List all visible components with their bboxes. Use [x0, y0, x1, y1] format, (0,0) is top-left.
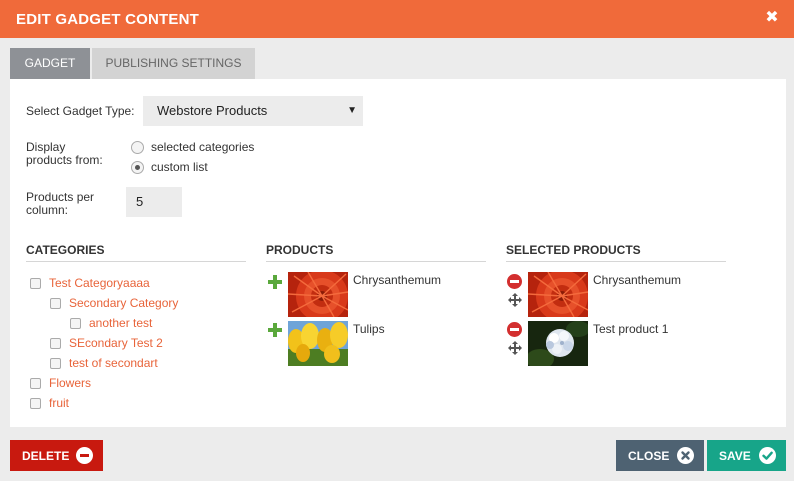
products-heading: PRODUCTS — [266, 243, 334, 257]
per-column-label: Products per column: — [26, 191, 94, 217]
category-item[interactable]: Test Categoryaaaa — [30, 276, 150, 290]
divider — [26, 261, 246, 262]
radio-button[interactable] — [131, 140, 144, 154]
category-item[interactable]: another test — [70, 316, 152, 330]
product-name: Chrysanthemum — [353, 273, 442, 287]
category-label[interactable]: another test — [89, 316, 152, 330]
chrysanthemum-thumbnail — [288, 272, 348, 317]
category-item[interactable]: fruit — [30, 396, 69, 410]
x-circle-icon — [677, 447, 694, 464]
gadget-type-select[interactable]: Webstore Products ▼ — [143, 96, 363, 126]
selected-product-name: Chrysanthemum — [593, 273, 682, 287]
per-column-label-line2: column: — [26, 203, 69, 217]
hydrangea-thumbnail — [528, 321, 588, 366]
category-checkbox[interactable] — [30, 277, 41, 289]
gadget-type-value: Webstore Products — [157, 103, 268, 118]
selected-product-name: Test product 1 — [593, 322, 669, 336]
category-label[interactable]: fruit — [49, 396, 69, 410]
dropdown-arrow-icon: ▼ — [347, 105, 357, 116]
display-from-label: Display products from: — [26, 141, 103, 167]
tulips-thumbnail — [288, 321, 348, 366]
category-label[interactable]: SEcondary Test 2 — [69, 336, 163, 350]
category-label[interactable]: test of secondart — [69, 356, 158, 370]
move-icon[interactable] — [508, 293, 522, 307]
radio-label: selected categories — [151, 140, 255, 154]
radio-button-checked[interactable] — [131, 160, 144, 174]
divider — [506, 261, 726, 262]
radio-label: custom list — [151, 160, 208, 174]
move-icon[interactable] — [508, 341, 522, 355]
radio-selected-categories[interactable]: selected categories — [131, 139, 254, 155]
category-item[interactable]: SEcondary Test 2 — [50, 336, 163, 350]
category-checkbox[interactable] — [70, 317, 81, 329]
divider — [266, 261, 486, 262]
category-label[interactable]: Test Categoryaaaa — [49, 276, 150, 290]
category-checkbox[interactable] — [50, 337, 61, 349]
delete-button[interactable]: DELETE — [10, 440, 103, 471]
category-item[interactable]: Flowers — [30, 376, 91, 390]
category-checkbox[interactable] — [30, 377, 41, 389]
minus-circle-icon — [76, 447, 93, 464]
category-label[interactable]: Secondary Category — [69, 296, 178, 310]
add-product-icon[interactable] — [268, 323, 282, 337]
chrysanthemum-thumbnail — [528, 272, 588, 317]
selected-products-heading: SELECTED PRODUCTS — [506, 243, 641, 257]
delete-button-label: DELETE — [22, 448, 70, 463]
close-button-label: CLOSE — [628, 448, 670, 463]
save-button[interactable]: SAVE — [707, 440, 786, 471]
display-from-label-line2: products from: — [26, 153, 103, 167]
radio-custom-list[interactable]: custom list — [131, 159, 208, 175]
remove-product-icon[interactable] — [507, 274, 522, 289]
remove-product-icon[interactable] — [507, 322, 522, 337]
gadget-panel — [10, 79, 786, 427]
category-checkbox[interactable] — [30, 397, 41, 409]
category-checkbox[interactable] — [50, 357, 61, 369]
gadget-type-label: Select Gadget Type: — [26, 104, 135, 118]
save-button-label: SAVE — [719, 448, 751, 463]
edit-gadget-dialog: EDIT GADGET CONTENT ✖ GADGET PUBLISHING … — [0, 0, 794, 481]
add-product-icon[interactable] — [268, 275, 282, 289]
category-checkbox[interactable] — [50, 297, 61, 309]
close-button[interactable]: CLOSE — [616, 440, 704, 471]
category-item[interactable]: Secondary Category — [50, 296, 178, 310]
products-per-column-input[interactable]: 5 — [126, 187, 182, 217]
categories-heading: CATEGORIES — [26, 243, 105, 257]
dialog-titlebar: EDIT GADGET CONTENT ✖ — [0, 0, 794, 38]
category-label[interactable]: Flowers — [49, 376, 91, 390]
close-icon[interactable]: ✖ — [764, 8, 780, 28]
check-circle-icon — [759, 447, 776, 464]
tab-gadget[interactable]: GADGET — [10, 48, 90, 79]
category-item[interactable]: test of secondart — [50, 356, 158, 370]
tab-publishing-settings[interactable]: PUBLISHING SETTINGS — [92, 48, 255, 79]
dialog-title: EDIT GADGET CONTENT — [16, 11, 199, 28]
product-name: Tulips — [353, 322, 385, 336]
